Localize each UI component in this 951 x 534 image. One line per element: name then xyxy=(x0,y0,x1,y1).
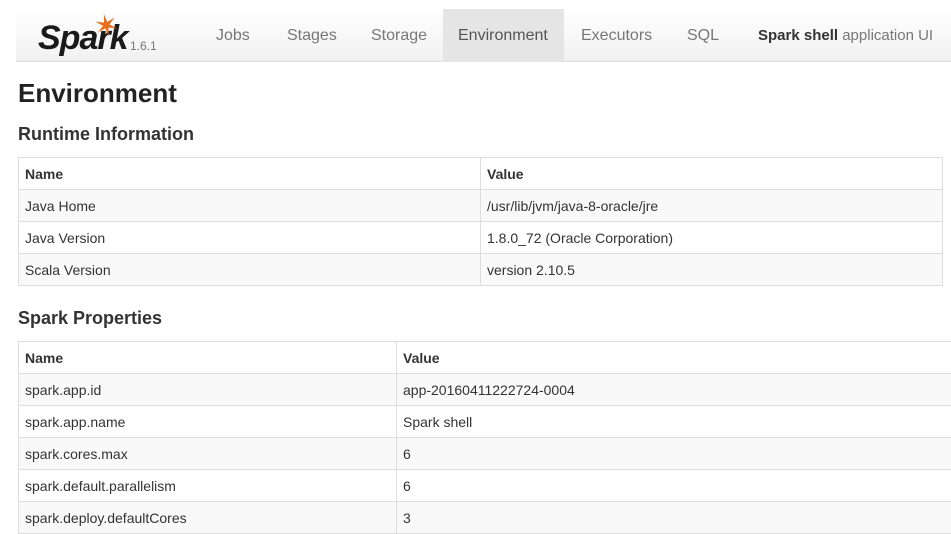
table-row: spark.app.id app-20160411222724-0004 xyxy=(19,374,951,406)
table-row: spark.cores.max 6 xyxy=(19,438,951,470)
spark-logo[interactable]: Spark ✶ 1.6.1 xyxy=(38,11,158,59)
property-value: 6 xyxy=(397,438,951,470)
tab-sql[interactable]: SQL xyxy=(672,9,734,62)
property-value: 1.8.0_72 (Oracle Corporation) xyxy=(481,222,943,254)
property-name: spark.cores.max xyxy=(19,438,397,470)
table-row: spark.app.name Spark shell xyxy=(19,406,951,438)
property-name: spark.app.id xyxy=(19,374,397,406)
property-name: Scala Version xyxy=(19,254,481,286)
tab-executors[interactable]: Executors xyxy=(566,9,667,62)
table-row: spark.default.parallelism 6 xyxy=(19,470,951,502)
tab-storage[interactable]: Storage xyxy=(356,9,442,62)
page-title: Environment xyxy=(18,78,177,109)
property-value: version 2.10.5 xyxy=(481,254,943,286)
runtime-information-table: Name Value Java Home /usr/lib/jvm/java-8… xyxy=(18,157,943,286)
app-name: Spark shell xyxy=(758,27,838,44)
property-name: spark.deploy.defaultCores xyxy=(19,502,397,534)
property-value: 3 xyxy=(397,502,951,534)
app-title: Spark shell application UI xyxy=(758,9,933,62)
property-name: Java Version xyxy=(19,222,481,254)
table-row: spark.deploy.defaultCores 3 xyxy=(19,502,951,534)
property-name: Java Home xyxy=(19,190,481,222)
tab-stages[interactable]: Stages xyxy=(272,9,352,62)
tab-jobs[interactable]: Jobs xyxy=(201,9,265,62)
app-title-suffix: application UI xyxy=(838,27,933,44)
table-header-row: Name Value xyxy=(19,342,951,374)
tab-environment[interactable]: Environment xyxy=(443,9,564,62)
runtime-information-heading: Runtime Information xyxy=(18,124,194,145)
table-row: Java Home /usr/lib/jvm/java-8-oracle/jre xyxy=(19,190,943,222)
spark-properties-heading: Spark Properties xyxy=(18,308,162,329)
property-value: 6 xyxy=(397,470,951,502)
column-header-name[interactable]: Name xyxy=(19,158,481,190)
table-header-row: Name Value xyxy=(19,158,943,190)
spark-properties-table: Name Value spark.app.id app-201604112227… xyxy=(18,341,951,534)
property-value: /usr/lib/jvm/java-8-oracle/jre xyxy=(481,190,943,222)
column-header-name[interactable]: Name xyxy=(19,342,397,374)
brand-version: 1.6.1 xyxy=(130,39,157,53)
property-value: Spark shell xyxy=(397,406,951,438)
column-header-value[interactable]: Value xyxy=(481,158,943,190)
table-row: Java Version 1.8.0_72 (Oracle Corporatio… xyxy=(19,222,943,254)
top-navbar: Spark ✶ 1.6.1 Jobs Stages Storage Enviro… xyxy=(16,9,951,62)
property-name: spark.default.parallelism xyxy=(19,470,397,502)
property-value: app-20160411222724-0004 xyxy=(397,374,951,406)
column-header-value[interactable]: Value xyxy=(397,342,951,374)
table-row: Scala Version version 2.10.5 xyxy=(19,254,943,286)
property-name: spark.app.name xyxy=(19,406,397,438)
